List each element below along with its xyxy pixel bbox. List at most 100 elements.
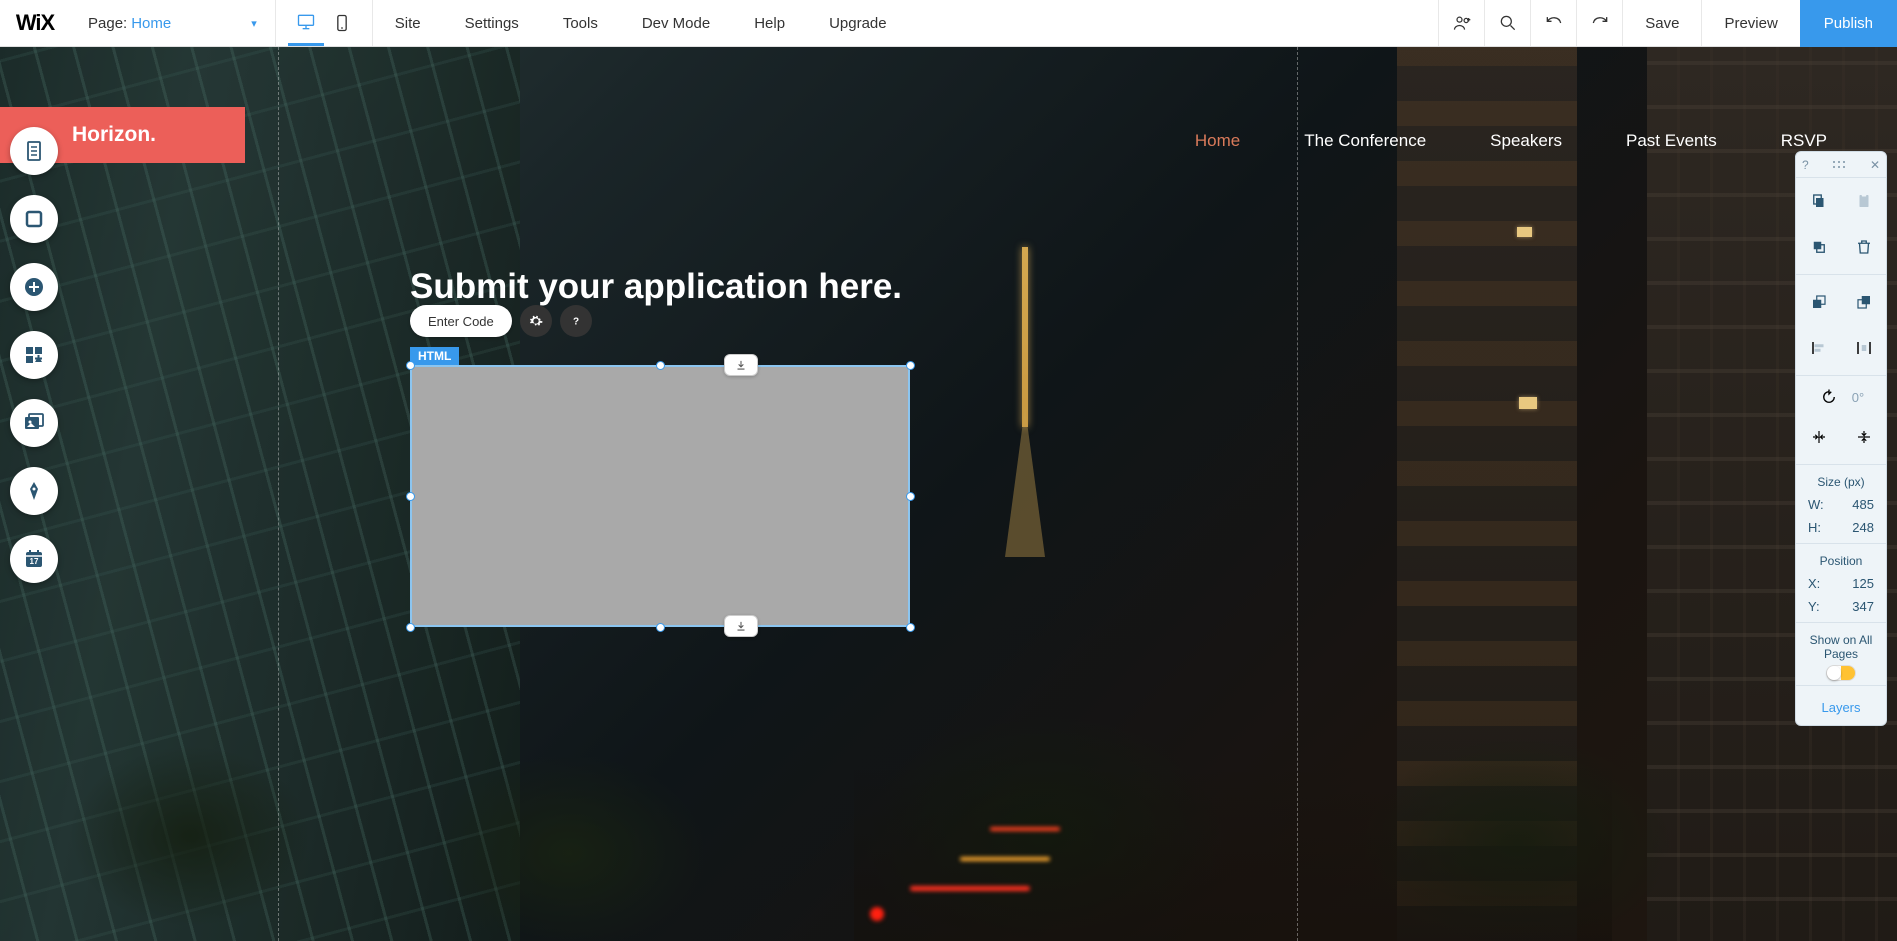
undo-button[interactable] (1530, 0, 1576, 46)
height-label: H: (1808, 520, 1821, 535)
guide-line-left (278, 47, 279, 941)
panel-close-button[interactable]: ✕ (1870, 158, 1880, 172)
guide-line-right (1297, 47, 1298, 941)
send-backward-button[interactable] (1844, 287, 1884, 317)
element-settings-button[interactable] (520, 305, 552, 337)
resize-handle-nw[interactable] (406, 361, 415, 370)
width-label: W: (1808, 497, 1824, 512)
menu-tools[interactable]: Tools (541, 0, 620, 46)
pages-menu-button[interactable] (10, 127, 58, 175)
add-element-button[interactable] (10, 263, 58, 311)
flip-h-icon (1810, 428, 1828, 446)
svg-text:17: 17 (30, 557, 39, 566)
rotate-button[interactable] (1818, 386, 1840, 408)
blog-button[interactable] (10, 467, 58, 515)
properties-panel: ? ✕ 0° Size (px) (1795, 151, 1887, 726)
panel-drag-handle[interactable] (1832, 160, 1846, 170)
nav-rsvp[interactable]: RSVP (1781, 131, 1827, 151)
redo-icon (1590, 13, 1610, 33)
media-button[interactable] (10, 399, 58, 447)
element-help-button[interactable]: ? (560, 305, 592, 337)
flip-v-icon (1855, 428, 1873, 446)
zoom-button[interactable] (1484, 0, 1530, 46)
panel-help-button[interactable]: ? (1802, 158, 1809, 172)
paste-icon (1855, 192, 1873, 210)
bring-forward-button[interactable] (1799, 287, 1839, 317)
resize-handle-s[interactable] (656, 623, 665, 632)
delete-button[interactable] (1844, 232, 1884, 262)
app-market-button[interactable] (10, 331, 58, 379)
save-button[interactable]: Save (1622, 0, 1701, 46)
nav-home[interactable]: Home (1195, 131, 1240, 151)
menu-site[interactable]: Site (373, 0, 443, 46)
page-icon (22, 139, 46, 163)
mobile-view-button[interactable] (324, 0, 360, 46)
page-label: Page: (88, 15, 127, 32)
resize-handle-w[interactable] (406, 492, 415, 501)
stretch-down-icon (734, 619, 748, 633)
nav-speakers[interactable]: Speakers (1490, 131, 1562, 151)
x-value[interactable]: 125 (1844, 576, 1874, 591)
publish-button[interactable]: Publish (1800, 0, 1897, 47)
stretch-handle-bottom[interactable] (724, 615, 758, 637)
nav-past-events[interactable]: Past Events (1626, 131, 1717, 151)
position-section-title: Position (1796, 548, 1886, 572)
menu-help[interactable]: Help (732, 0, 807, 46)
duplicate-button[interactable] (1799, 232, 1839, 262)
copy-icon (1810, 192, 1828, 210)
height-value[interactable]: 248 (1844, 520, 1874, 535)
size-section-title: Size (px) (1796, 469, 1886, 493)
resize-handle-se[interactable] (906, 623, 915, 632)
stretch-handle-top[interactable] (724, 354, 758, 376)
nav-conference[interactable]: The Conference (1304, 131, 1426, 151)
site-brand-text: Horizon. (72, 123, 156, 147)
calendar-icon: 17 (22, 547, 46, 571)
desktop-icon (296, 12, 316, 32)
x-label: X: (1808, 576, 1820, 591)
square-icon (22, 207, 46, 231)
menu-settings[interactable]: Settings (443, 0, 541, 46)
svg-text:?: ? (573, 316, 579, 327)
apps-icon (22, 343, 46, 367)
y-value[interactable]: 347 (1844, 599, 1874, 614)
html-iframe-element[interactable] (410, 365, 910, 627)
site-navigation: Home The Conference Speakers Past Events… (0, 131, 1897, 151)
background-button[interactable] (10, 195, 58, 243)
show-all-pages-label: Show on All Pages (1796, 627, 1886, 661)
resize-handle-n[interactable] (656, 361, 665, 370)
page-selector[interactable]: Page: Home ▾ (70, 0, 276, 46)
width-value[interactable]: 485 (1844, 497, 1874, 512)
page-heading[interactable]: Submit your application here. (410, 267, 902, 307)
top-toolbar: WiX Page: Home ▾ Site Settings Tools Dev… (0, 0, 1897, 47)
preview-button[interactable]: Preview (1701, 0, 1799, 46)
media-icon (22, 411, 46, 435)
flip-horizontal-button[interactable] (1799, 422, 1839, 452)
paste-button[interactable] (1844, 186, 1884, 216)
redo-button[interactable] (1576, 0, 1622, 46)
flip-vertical-button[interactable] (1844, 422, 1884, 452)
editor-canvas[interactable]: Home The Conference Speakers Past Events… (0, 47, 1897, 941)
layers-link[interactable]: Layers (1796, 690, 1886, 715)
resize-handle-e[interactable] (906, 492, 915, 501)
resize-handle-ne[interactable] (906, 361, 915, 370)
top-right-actions: Save Preview Publish (1438, 0, 1897, 46)
trash-icon (1855, 238, 1873, 256)
align-left-button[interactable] (1799, 333, 1839, 363)
device-switcher (276, 0, 373, 46)
desktop-view-button[interactable] (288, 0, 324, 46)
y-row: Y: 347 (1796, 595, 1886, 618)
arrange-backward-icon (1855, 293, 1873, 311)
bookings-button[interactable]: 17 (10, 535, 58, 583)
copy-button[interactable] (1799, 186, 1839, 216)
collaborators-button[interactable] (1438, 0, 1484, 46)
y-label: Y: (1808, 599, 1820, 614)
x-row: X: 125 (1796, 572, 1886, 595)
menu-upgrade[interactable]: Upgrade (807, 0, 909, 46)
show-all-pages-toggle[interactable] (1826, 665, 1856, 681)
question-icon: ? (568, 313, 584, 329)
distribute-button[interactable] (1844, 333, 1884, 363)
width-row: W: 485 (1796, 493, 1886, 516)
enter-code-button[interactable]: Enter Code (410, 305, 512, 337)
menu-devmode[interactable]: Dev Mode (620, 0, 732, 46)
resize-handle-sw[interactable] (406, 623, 415, 632)
